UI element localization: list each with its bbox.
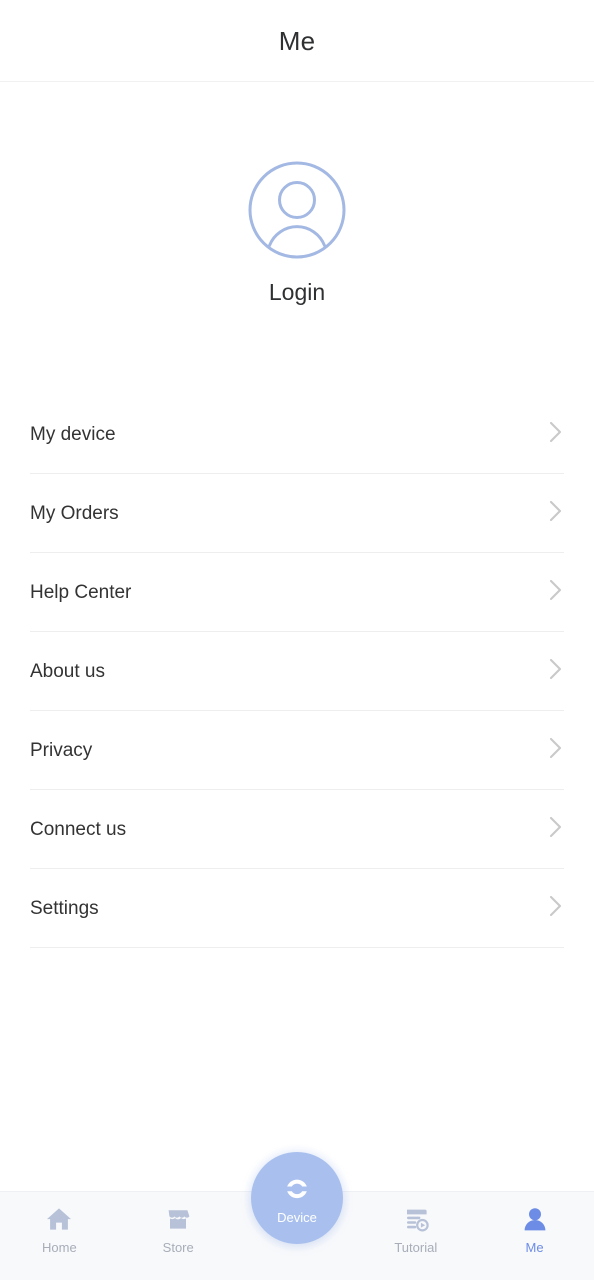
user-avatar-icon[interactable] — [247, 160, 347, 260]
store-icon — [164, 1205, 192, 1233]
menu-item-label: My Orders — [30, 502, 119, 524]
menu-item-help-center[interactable]: Help Center — [30, 553, 564, 632]
page-header: Me — [0, 0, 594, 82]
menu-item-label: Settings — [30, 897, 99, 919]
menu-item-privacy[interactable]: Privacy — [30, 711, 564, 790]
menu-item-label: About us — [30, 660, 105, 682]
tab-store[interactable]: Store — [119, 1192, 238, 1280]
menu-item-about-us[interactable]: About us — [30, 632, 564, 711]
tab-me[interactable]: Me — [475, 1192, 594, 1280]
profile-section: Login — [0, 82, 594, 304]
chevron-right-icon — [549, 737, 564, 764]
chevron-right-icon — [549, 579, 564, 606]
tab-home[interactable]: Home — [0, 1192, 119, 1280]
menu-item-settings[interactable]: Settings — [30, 869, 564, 948]
chevron-right-icon — [549, 895, 564, 922]
tab-label: Device — [277, 1209, 317, 1225]
chevron-right-icon — [549, 816, 564, 843]
home-icon — [45, 1205, 73, 1233]
menu-item-label: My device — [30, 423, 116, 445]
login-label[interactable]: Login — [269, 281, 325, 304]
menu-item-my-orders[interactable]: My Orders — [30, 474, 564, 553]
chevron-right-icon — [549, 658, 564, 685]
tab-label: Me — [525, 1240, 544, 1255]
menu-item-label: Privacy — [30, 739, 93, 761]
app-screen: Me Login My device My Orders Help Center… — [0, 0, 594, 1280]
sync-icon — [281, 1173, 313, 1205]
tab-label: Home — [42, 1240, 77, 1255]
bottom-tab-bar: Home Store Device Tutorial Me — [0, 1145, 594, 1280]
tab-label: Tutorial — [394, 1240, 438, 1255]
chevron-right-icon — [549, 421, 564, 448]
tab-label: Store — [162, 1240, 194, 1255]
menu-item-my-device[interactable]: My device — [30, 395, 564, 474]
person-icon — [521, 1205, 549, 1233]
tab-tutorial[interactable]: Tutorial — [356, 1192, 475, 1280]
menu-item-label: Connect us — [30, 818, 127, 840]
page-title: Me — [278, 25, 316, 56]
device-center-button[interactable]: Device — [250, 1152, 343, 1244]
tab-device[interactable]: Device — [238, 1145, 357, 1280]
settings-menu-list: My device My Orders Help Center About us — [0, 395, 594, 948]
tutorial-icon — [402, 1205, 430, 1233]
menu-item-label: Help Center — [30, 581, 132, 603]
menu-item-connect-us[interactable]: Connect us — [30, 790, 564, 869]
chevron-right-icon — [549, 500, 564, 527]
